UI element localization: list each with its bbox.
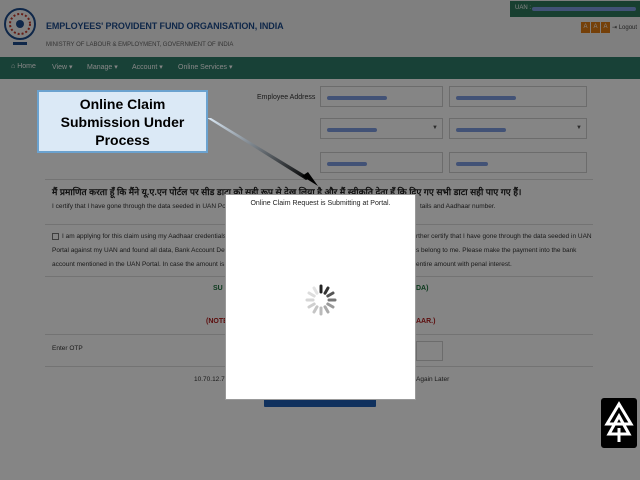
callout-arrow-icon [207, 118, 318, 186]
callout-text: Online Claim Submission Under Process [60, 95, 185, 148]
annotation-callout: Online Claim Submission Under Process [37, 90, 208, 153]
channel-logo-icon [601, 398, 637, 448]
